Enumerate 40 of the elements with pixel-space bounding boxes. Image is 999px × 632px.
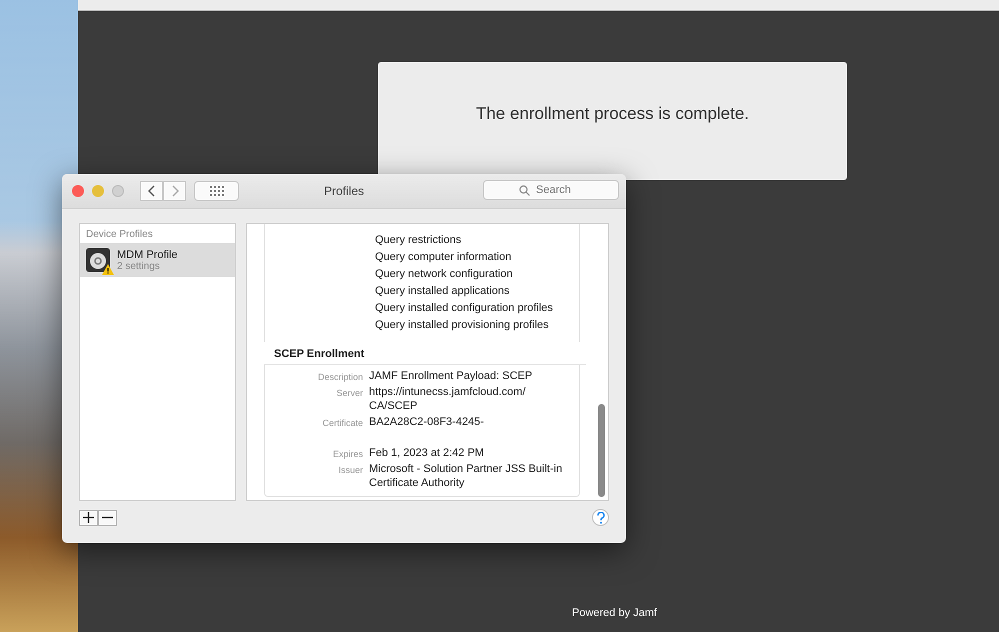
section-heading: SCEP Enrollment (264, 342, 586, 365)
profile-item[interactable]: MDM Profile 2 settings (80, 243, 235, 277)
field-value: https://intunecss.jamfcloud.com/ CA/SCEP (369, 385, 527, 413)
permission-item: Query installed applications (375, 284, 511, 299)
help-button[interactable] (592, 509, 609, 526)
footer-text: Powered by Jamf (572, 607, 657, 619)
field-value: Microsoft - Solution Partner JSS Built-in Certificate Authority (369, 462, 564, 490)
field-label: Certificate (321, 417, 363, 429)
scrollbar-thumb[interactable] (598, 404, 604, 497)
back-button[interactable] (140, 181, 163, 201)
profile-name: MDM Profile (117, 248, 178, 260)
add-button[interactable] (79, 510, 98, 526)
list-heading: Device Profiles (85, 228, 154, 242)
field-label: Issuer (337, 464, 363, 477)
permission-item: Query restrictions (375, 233, 462, 248)
field-label: Expires (332, 448, 363, 460)
search-icon (519, 185, 530, 196)
chevron-right-icon (170, 185, 178, 197)
warning-icon (102, 264, 114, 275)
message-text: The enrollment process is complete. (476, 104, 750, 125)
remove-button[interactable] (98, 510, 117, 526)
permission-item: Query installed configuration profiles (375, 301, 554, 316)
field-label: Description (316, 371, 363, 383)
permission-item: Query computer information (375, 250, 512, 265)
help-icon (596, 512, 606, 524)
window-title: Profiles (324, 184, 364, 198)
close-icon[interactable] (72, 185, 84, 197)
chevron-left-icon (148, 185, 156, 197)
search-field[interactable]: Search (483, 180, 619, 200)
field-value: BA2A28C2-08F3-4245- (369, 415, 485, 429)
permission-item: Query network configuration (375, 267, 514, 282)
field-label: Server (335, 387, 363, 400)
show-all-button[interactable] (194, 181, 239, 201)
grid-icon (210, 186, 224, 196)
permission-item: Query installed provisioning profiles (375, 318, 550, 333)
profile-icon (85, 247, 111, 273)
plus-icon (83, 512, 94, 523)
field-value: JAMF Enrollment Payload: SCEP (369, 369, 534, 383)
profile-detail: 2 settings (117, 260, 161, 272)
field-value: Feb 1, 2023 at 2:42 PM (369, 446, 485, 460)
